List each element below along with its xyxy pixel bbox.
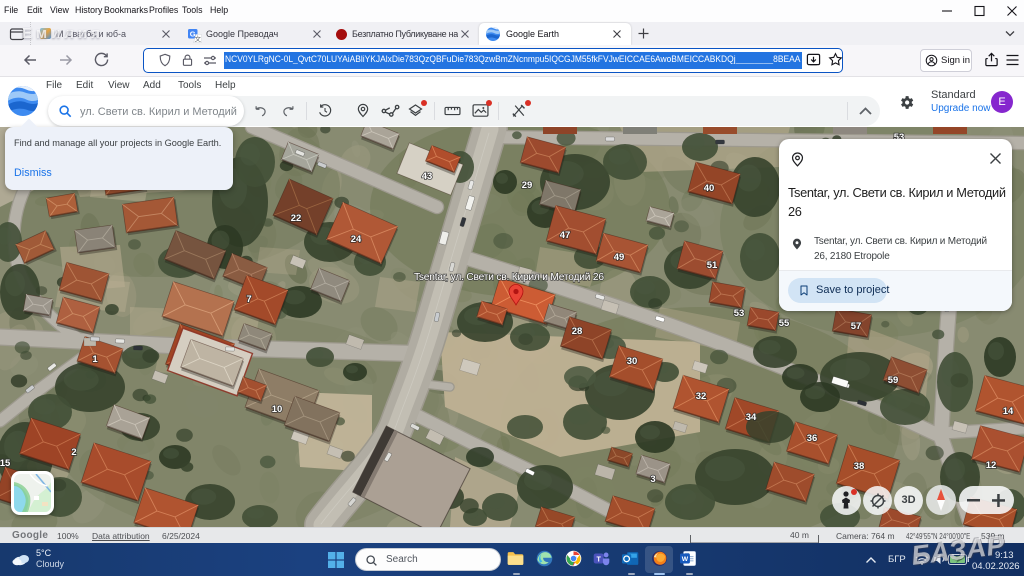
svg-text:12: 12	[986, 460, 997, 471]
svg-text:43: 43	[422, 171, 433, 182]
svg-text:57: 57	[851, 321, 862, 332]
svg-text:14: 14	[1003, 406, 1014, 417]
svg-text:28: 28	[572, 326, 583, 337]
svg-text:32: 32	[696, 391, 707, 402]
svg-text:34: 34	[746, 412, 757, 423]
svg-text:文: 文	[194, 34, 201, 43]
svg-text:47: 47	[560, 230, 571, 241]
svg-text:38: 38	[854, 461, 865, 472]
svg-text:T: T	[597, 555, 602, 563]
svg-text:29: 29	[522, 180, 533, 191]
svg-text:1: 1	[92, 354, 98, 365]
svg-text:15: 15	[0, 458, 11, 469]
svg-text:55: 55	[779, 318, 790, 329]
svg-text:22: 22	[291, 213, 302, 224]
svg-text:40: 40	[704, 183, 715, 194]
svg-text:51: 51	[707, 260, 718, 271]
svg-text:3: 3	[650, 474, 655, 485]
svg-text:59: 59	[888, 375, 899, 386]
svg-text:7: 7	[246, 294, 251, 305]
svg-text:10: 10	[272, 404, 283, 415]
svg-text:24: 24	[351, 234, 362, 245]
svg-text:W: W	[682, 556, 689, 563]
svg-text:49: 49	[614, 252, 625, 263]
svg-text:30: 30	[627, 356, 638, 367]
svg-text:2: 2	[71, 447, 76, 458]
svg-text:36: 36	[807, 433, 818, 444]
svg-text:Tsentar, ул. Свети св. Кирил и: Tsentar, ул. Свети св. Кирил и Методий 2…	[414, 272, 604, 283]
svg-text:53: 53	[734, 308, 745, 319]
